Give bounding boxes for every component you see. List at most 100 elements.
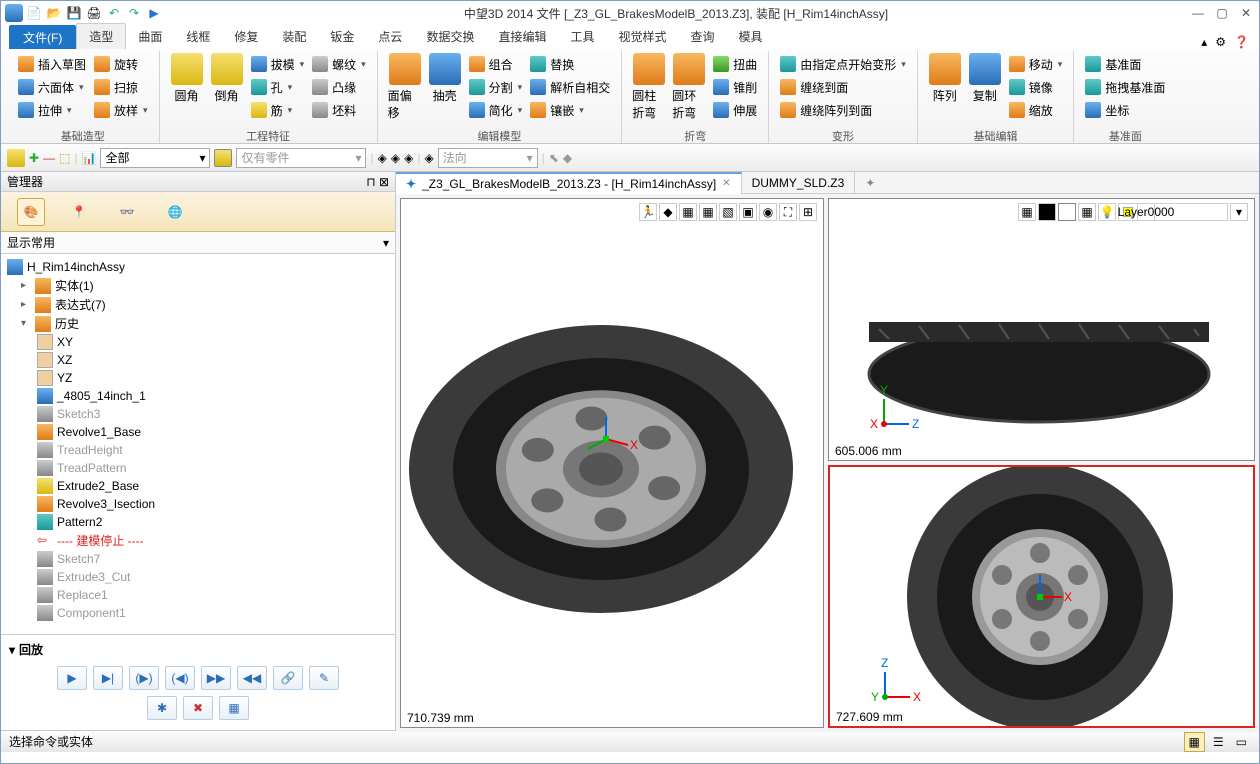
rb-copy[interactable]: 复制 bbox=[966, 51, 1004, 128]
close-icon[interactable]: ✕ bbox=[1237, 6, 1255, 20]
doctab-2[interactable]: DUMMY_SLD.Z3 bbox=[742, 172, 856, 194]
pb-person[interactable]: ✱ bbox=[147, 696, 177, 720]
tree-sketch3[interactable]: Sketch3 bbox=[57, 407, 100, 421]
rb-dragdatum[interactable]: 拖拽基准面 bbox=[1082, 76, 1168, 98]
vtb-8[interactable]: ⛶ bbox=[779, 203, 797, 221]
tree-rev1[interactable]: Revolve1_Base bbox=[57, 425, 141, 439]
rb-twist[interactable]: 扭曲 bbox=[710, 53, 760, 75]
tab-repair[interactable]: 修复 bbox=[222, 24, 270, 49]
qat-run[interactable]: ▶ bbox=[145, 4, 163, 22]
tab-mold[interactable]: 模具 bbox=[727, 24, 775, 49]
rb-sketch[interactable]: 插入草图 bbox=[15, 53, 89, 75]
vtb-7[interactable]: ◉ bbox=[759, 203, 777, 221]
filter-cursor-icon[interactable] bbox=[7, 149, 25, 167]
rb-deform-pt[interactable]: 由指定点开始变形▾ bbox=[777, 53, 909, 75]
rb-boss[interactable]: 凸缘 bbox=[309, 76, 369, 98]
vtb-color-black[interactable] bbox=[1038, 203, 1056, 221]
vtb-3[interactable]: ▦ bbox=[679, 203, 697, 221]
tree-history[interactable]: 历史 bbox=[55, 315, 79, 332]
mgr-tab-palette[interactable]: 🎨 bbox=[17, 198, 45, 226]
tree-rev3[interactable]: Revolve3_Isection bbox=[57, 497, 155, 511]
tab-direct[interactable]: 直接编辑 bbox=[486, 24, 558, 49]
sb-layout3[interactable]: ▭ bbox=[1232, 733, 1251, 751]
filter-cube-icon[interactable] bbox=[214, 149, 232, 167]
doctab-1[interactable]: ✦ _Z3_GL_BrakesModelB_2013.Z3 - [H_Rim14… bbox=[396, 172, 742, 194]
tab-surface[interactable]: 曲面 bbox=[126, 24, 174, 49]
pb-edit[interactable]: ✎ bbox=[309, 666, 339, 690]
tab-tools[interactable]: 工具 bbox=[558, 24, 606, 49]
vtb-5[interactable]: ▧ bbox=[719, 203, 737, 221]
minimize-icon[interactable]: — bbox=[1189, 6, 1207, 20]
pb-rw[interactable]: ◀◀ bbox=[237, 666, 267, 690]
rb-wraparr[interactable]: 缠绕阵列到面 bbox=[777, 99, 909, 121]
sb-layout1[interactable]: ▦ bbox=[1184, 732, 1205, 752]
pb-view[interactable]: ▦ bbox=[219, 696, 249, 720]
tab-visual[interactable]: 视觉样式 bbox=[606, 24, 678, 49]
rb-blank[interactable]: 坯料 bbox=[309, 99, 369, 121]
rb-split[interactable]: 分割▾ bbox=[466, 76, 526, 98]
filter-select-all[interactable]: 全部▾ bbox=[100, 148, 210, 168]
pb-delete[interactable]: ✖ bbox=[183, 696, 213, 720]
rb-simplify[interactable]: 简化▾ bbox=[466, 99, 526, 121]
tree-expr[interactable]: 表达式(7) bbox=[55, 296, 106, 313]
filter-i2[interactable]: ◈ bbox=[391, 151, 400, 165]
pb-loop2[interactable]: (◀) bbox=[165, 666, 195, 690]
pb-loop[interactable]: (▶) bbox=[129, 666, 159, 690]
rb-selfint[interactable]: 解析自相交 bbox=[527, 76, 613, 98]
tree-pat2[interactable]: Pattern2 bbox=[57, 515, 102, 529]
tree-yz[interactable]: YZ bbox=[57, 371, 72, 385]
viewport-iso[interactable]: 🏃 ◆ ▦ ▦ ▧ ▣ ◉ ⛶ ⊞ bbox=[400, 198, 824, 728]
tab-shape[interactable]: 造型 bbox=[76, 23, 126, 49]
vtb-render[interactable]: ▦ bbox=[1018, 203, 1036, 221]
tab-exchange[interactable]: 数据交换 bbox=[414, 24, 486, 49]
rb-stretch[interactable]: 伸展 bbox=[710, 99, 760, 121]
filter-i5[interactable]: ⬉ bbox=[549, 151, 559, 165]
rb-fillet[interactable]: 圆角 bbox=[168, 51, 206, 128]
layer-dd[interactable]: ▾ bbox=[1230, 203, 1248, 221]
tree-rep1[interactable]: Replace1 bbox=[57, 588, 108, 602]
mgr-tab-globe[interactable]: 🌐 bbox=[161, 198, 189, 226]
panel-pin-icon[interactable]: ⊓ bbox=[366, 175, 375, 189]
qat-redo[interactable]: ↷ bbox=[125, 4, 143, 22]
file-menu[interactable]: 文件(F) bbox=[9, 25, 76, 49]
rb-thread[interactable]: 螺纹▾ bbox=[309, 53, 369, 75]
viewport-front[interactable]: X Z X Y 727.609 mm bbox=[828, 465, 1255, 728]
tab-sheet[interactable]: 钣金 bbox=[318, 24, 366, 49]
feature-tree[interactable]: H_Rim14inchAssy ▸实体(1) ▸表达式(7) ▾历史 XY XZ… bbox=[1, 254, 395, 634]
layer-select[interactable]: Layer0000 bbox=[1118, 203, 1228, 221]
filter-i6[interactable]: ◆ bbox=[563, 151, 572, 165]
rb-rib[interactable]: 筋▾ bbox=[248, 99, 308, 121]
pb-link[interactable]: 🔗 bbox=[273, 666, 303, 690]
tree-ex3[interactable]: Extrude3_Cut bbox=[57, 570, 130, 584]
filter-i1[interactable]: ◈ bbox=[378, 151, 387, 165]
rb-torbend[interactable]: 圆环折弯 bbox=[670, 51, 708, 128]
vtb-6[interactable]: ▣ bbox=[739, 203, 757, 221]
filter-select-parts[interactable]: 仅有零件▾ bbox=[236, 148, 366, 168]
filter-chart-icon[interactable]: 📊 bbox=[82, 151, 97, 165]
rb-combine[interactable]: 组合 bbox=[466, 53, 526, 75]
pb-next[interactable]: ▶| bbox=[93, 666, 123, 690]
filter-i4[interactable]: ◈ bbox=[424, 151, 433, 165]
rb-shell[interactable]: 抽壳 bbox=[426, 51, 464, 128]
pb-play[interactable]: ▶ bbox=[57, 666, 87, 690]
tree-ex2[interactable]: Extrude2_Base bbox=[57, 479, 139, 493]
rb-draft[interactable]: 拔模▾ bbox=[248, 53, 308, 75]
rb-sweep[interactable]: 扫掠 bbox=[91, 76, 151, 98]
qat-undo[interactable]: ↶ bbox=[105, 4, 123, 22]
rb-inlay[interactable]: 镶嵌▾ bbox=[527, 99, 613, 121]
rb-wrap[interactable]: 缠绕到面 bbox=[777, 76, 909, 98]
qat-save[interactable]: 💾 bbox=[65, 4, 83, 22]
pb-ff[interactable]: ▶▶ bbox=[201, 666, 231, 690]
tree-assembly[interactable]: H_Rim14inchAssy bbox=[27, 260, 125, 274]
tree-stop[interactable]: ---- 建模停止 ---- bbox=[57, 532, 144, 549]
rb-coord[interactable]: 坐标 bbox=[1082, 99, 1168, 121]
tree-comp1[interactable]: Component1 bbox=[57, 606, 126, 620]
vtb-1[interactable]: 🏃 bbox=[639, 203, 657, 221]
vtb-2[interactable]: ◆ bbox=[659, 203, 677, 221]
tree-sk7[interactable]: Sketch7 bbox=[57, 552, 100, 566]
mgr-tab-stamp[interactable]: 📍 bbox=[65, 198, 93, 226]
rb-loft[interactable]: 放样▾ bbox=[91, 99, 151, 121]
filter-add-icon[interactable]: ✚ bbox=[29, 151, 39, 165]
panel-close-icon[interactable]: ⊠ bbox=[379, 175, 389, 189]
filter-box-icon[interactable]: ⬚ bbox=[59, 151, 70, 165]
